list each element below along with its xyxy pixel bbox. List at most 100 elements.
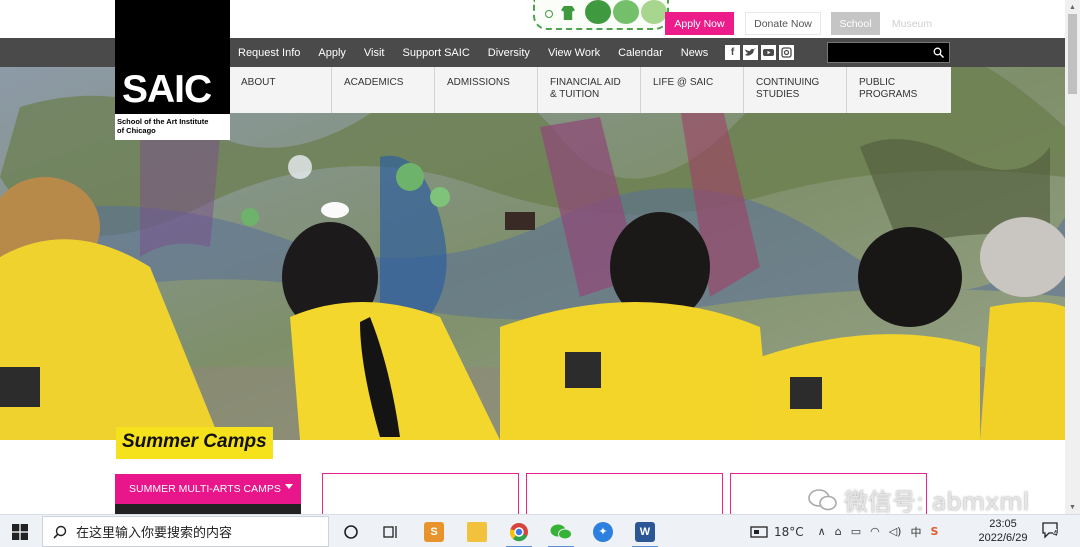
menu-item-label: CONTINUING [756, 77, 820, 88]
menu-item-continuing-studies[interactable]: CONTINUING STUDIES [744, 67, 847, 113]
menu-item-label: ABOUT [241, 77, 276, 88]
logo-line-1: School of the Art Institute [117, 117, 209, 126]
app-blue-circle-icon: ✦ [593, 521, 613, 542]
menu-item-academics[interactable]: ACADEMICS [332, 67, 435, 113]
green-circle-decoration [585, 0, 611, 24]
logo-mark: SAIC [122, 68, 212, 111]
camp-card[interactable] [322, 473, 519, 514]
camp-select-dropdown[interactable]: SUMMER MULTI-ARTS CAMPS [115, 474, 301, 504]
volume-icon[interactable]: ◁) [889, 525, 902, 538]
system-tray: 18°C ∧ ⌂ ▭ ◠ ◁) 中 S [750, 515, 947, 547]
menu-item-label-line2: & TUITION [550, 89, 600, 100]
camp-select-label: SUMMER MULTI-ARTS CAMPS [129, 483, 281, 495]
nav-link-diversity[interactable]: Diversity [488, 47, 530, 59]
start-button[interactable] [0, 515, 40, 547]
menu-item-label: LIFE @ SAIC [653, 77, 714, 88]
menu-item-life-at-saic[interactable]: LIFE @ SAIC [641, 67, 744, 113]
windows-taskbar: 在这里输入你要搜索的内容 S ✦ W 18°C ∧ ⌂ ▭ ◠ ◁) 中 S 2… [0, 514, 1080, 547]
menu-item-label-line2: STUDIES [756, 89, 800, 100]
nav-link-news[interactable]: News [681, 47, 709, 59]
menu-item-financial-aid[interactable]: FINANCIAL AID & TUITION [538, 67, 641, 113]
menu-item-label: PUBLIC PROGRAMS [859, 77, 918, 100]
word-icon: W [635, 521, 655, 542]
menu-item-label: FINANCIAL AID [550, 77, 621, 88]
dropdown-panel [115, 504, 301, 514]
clock-date: 2022/6/29 [978, 532, 1028, 544]
facebook-icon[interactable]: f [725, 45, 740, 60]
apply-now-button[interactable]: Apply Now [665, 12, 734, 35]
decorative-banner [533, 0, 669, 30]
wechat-icon [808, 488, 837, 510]
nav-link-view-work[interactable]: View Work [548, 47, 600, 59]
scroll-thumb[interactable] [1068, 14, 1077, 94]
section-title: Summer Camps [116, 427, 273, 459]
twitter-icon[interactable] [743, 45, 758, 60]
chevron-up-icon[interactable]: ∧ [818, 525, 826, 538]
clock[interactable]: 23:05 2022/6/29 [974, 517, 1032, 545]
social-links: f [725, 45, 794, 60]
notification-center-button[interactable]: 4 [1041, 521, 1063, 541]
menu-item-label: ACADEMICS [344, 77, 404, 88]
taskbar-app-feishu[interactable]: ✦ [582, 515, 624, 547]
nav-link-visit[interactable]: Visit [364, 47, 385, 59]
tray-app-icon[interactable]: ⌂ [835, 525, 842, 538]
search-icon[interactable] [933, 47, 944, 58]
camp-card[interactable] [526, 473, 723, 514]
menu-item-public-programs[interactable]: PUBLIC PROGRAMS [847, 67, 950, 113]
sogou-icon[interactable]: S [930, 525, 938, 538]
nav-link-apply[interactable]: Apply [318, 47, 346, 59]
notification-count: 4 [1053, 529, 1058, 538]
menu-item-label: ADMISSIONS [447, 77, 510, 88]
clock-time: 23:05 [989, 518, 1017, 530]
logo-line-2: of Chicago [117, 126, 156, 135]
sublime-text-icon: S [424, 521, 444, 542]
taskbar-app-explorer[interactable] [456, 515, 498, 547]
search-icon [53, 525, 67, 539]
logo-subtitle: School of the Art Institute of Chicago [115, 114, 230, 140]
cortana-button[interactable] [330, 515, 372, 547]
green-circle-decoration [613, 0, 639, 24]
instagram-icon[interactable] [779, 45, 794, 60]
youtube-icon[interactable] [761, 45, 776, 60]
windows-logo-icon [12, 523, 28, 540]
task-view-icon [383, 525, 397, 538]
school-tab[interactable]: School [831, 12, 880, 35]
menu-item-admissions[interactable]: ADMISSIONS [435, 67, 538, 113]
nav-link-calendar[interactable]: Calendar [618, 47, 663, 59]
chrome-icon [509, 522, 528, 541]
caret-down-icon [285, 484, 293, 489]
taskbar-app-sublime[interactable]: S [413, 515, 455, 547]
wifi-icon[interactable]: ◠ [870, 525, 880, 538]
watermark: 微信号: abmxml [808, 482, 1029, 517]
temperature-label[interactable]: 18°C [774, 525, 804, 539]
green-circle-decoration [641, 0, 667, 24]
scroll-down-arrow-icon[interactable]: ▼ [1065, 500, 1080, 514]
taskbar-search-box[interactable]: 在这里输入你要搜索的内容 [42, 516, 329, 547]
browser-page: Apply Now Donate Now School Museum Reque… [0, 0, 1080, 547]
doodle-icon [545, 10, 553, 18]
page-scrollbar[interactable]: ▲ ▼ [1065, 0, 1080, 514]
notification-icon [1042, 522, 1058, 539]
tshirt-icon [561, 6, 575, 20]
task-view-button[interactable] [370, 515, 412, 547]
menu-item-about[interactable]: ABOUT [229, 67, 332, 113]
taskbar-app-wechat[interactable] [540, 515, 582, 547]
taskbar-search-placeholder: 在这里输入你要搜索的内容 [76, 526, 233, 541]
donate-now-button[interactable]: Donate Now [745, 12, 821, 35]
search-input[interactable] [828, 43, 928, 62]
scroll-up-arrow-icon[interactable]: ▲ [1065, 0, 1080, 14]
weather-icon[interactable] [750, 525, 768, 539]
taskbar-app-word[interactable]: W [624, 515, 666, 547]
taskbar-app-chrome[interactable] [498, 515, 540, 547]
nav-links: Request Info Apply Visit Support SAIC Di… [238, 38, 726, 67]
ime-indicator[interactable]: 中 [910, 524, 921, 540]
battery-icon[interactable]: ▭ [851, 525, 861, 538]
nav-link-support-saic[interactable]: Support SAIC [403, 47, 470, 59]
wechat-app-icon [550, 524, 572, 539]
folder-icon [467, 521, 487, 542]
mega-menu: ABOUT ACADEMICS ADMISSIONS FINANCIAL AID… [229, 67, 951, 113]
museum-tab[interactable]: Museum [885, 12, 939, 35]
cortana-circle-icon [344, 524, 358, 539]
saic-logo[interactable]: SAIC School of the Art Institute of Chic… [115, 0, 230, 140]
nav-link-request-info[interactable]: Request Info [238, 47, 300, 59]
